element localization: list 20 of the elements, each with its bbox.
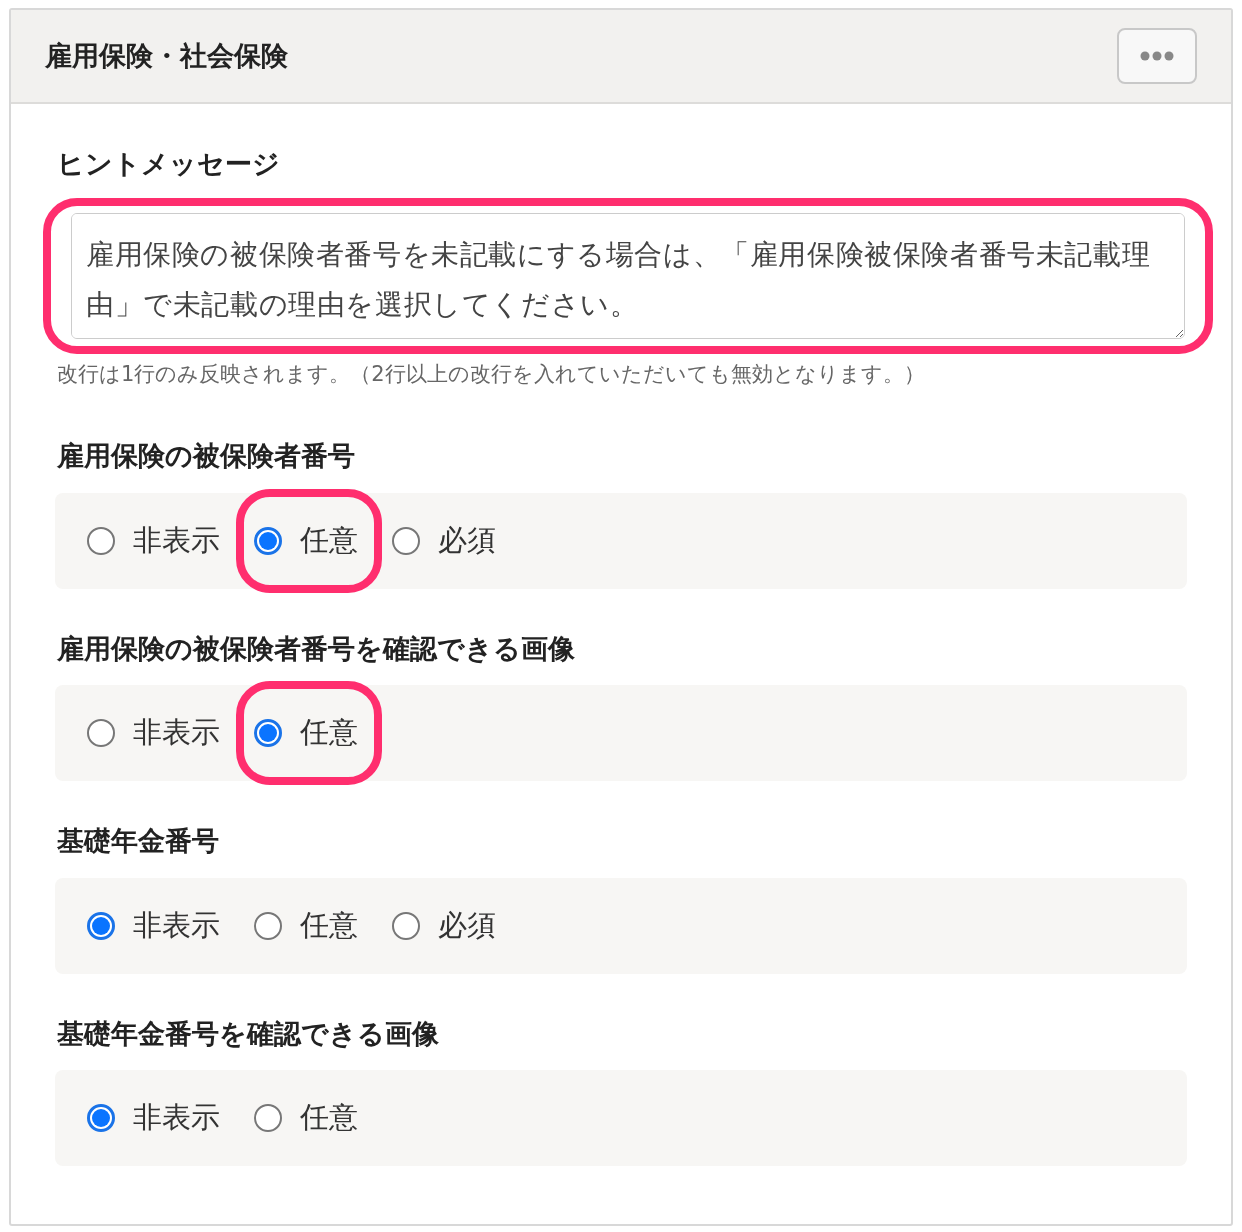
radio-option[interactable]: 必須 (378, 510, 510, 571)
radio-option[interactable]: 必須 (378, 895, 510, 956)
field-label: 雇用保険の被保険者番号を確認できる画像 (56, 631, 576, 666)
panel-title: 雇用保険・社会保険 (45, 38, 288, 73)
more-button[interactable] (1117, 28, 1197, 84)
field-label: ヒントメッセージ (56, 147, 281, 181)
radio-option[interactable]: 非表示 (73, 895, 234, 956)
radio-option[interactable]: 非表示 (73, 510, 234, 571)
helper-text: 改行は1行のみ反映されます。（2行以上の改行を入れていただいても無効となります。） (56, 360, 926, 388)
radio-option[interactable]: 非表示 (73, 1088, 234, 1148)
radio-option[interactable]: 任意 (240, 510, 372, 571)
more-icon (1140, 51, 1174, 61)
radio-option[interactable]: 非表示 (73, 703, 234, 763)
field-label: 基礎年金番号を確認できる画像 (56, 1016, 440, 1051)
hint-textarea[interactable]: 雇用保険の被保険者番号を未記載にする場合は、「雇用保険被保険者番号未記載理由」で未記載の理由を選択してください。 (71, 212, 1185, 339)
radio-option[interactable]: 任意 (240, 1088, 372, 1148)
field-label: 基礎年金番号 (56, 824, 220, 858)
radio-option[interactable]: 任意 (240, 895, 372, 956)
field-label: 雇用保険の被保険者番号 (56, 439, 356, 473)
radio-option[interactable]: 任意 (240, 703, 372, 763)
